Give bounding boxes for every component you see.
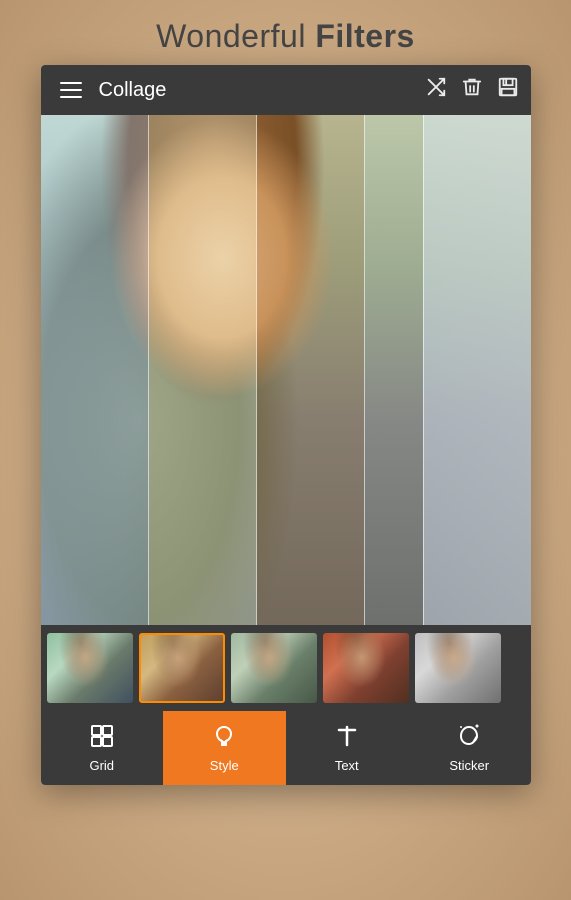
thumbnail-4[interactable] xyxy=(323,633,409,703)
shuffle-svg xyxy=(425,76,447,98)
save-svg xyxy=(497,76,519,98)
grid-label: Grid xyxy=(89,758,114,773)
title-bold: Filters xyxy=(315,18,415,54)
sticker-svg xyxy=(456,723,482,749)
style-label: Style xyxy=(210,758,239,773)
filter-overlay xyxy=(41,115,531,625)
style-icon xyxy=(211,723,237,754)
sticker-icon xyxy=(456,723,482,754)
thumbnail-5[interactable] xyxy=(415,633,501,703)
menu-line-1 xyxy=(60,82,82,84)
grid-svg xyxy=(89,723,115,749)
style-svg xyxy=(211,723,237,749)
grid-icon xyxy=(89,723,115,754)
title-normal: Wonderful xyxy=(156,18,315,54)
toolbar: Collage xyxy=(41,65,531,115)
toolbar-title: Collage xyxy=(99,79,425,102)
nav-item-sticker[interactable]: Sticker xyxy=(408,711,531,785)
nav-item-text[interactable]: Text xyxy=(286,711,409,785)
delete-icon[interactable] xyxy=(461,76,483,104)
menu-button[interactable] xyxy=(53,72,89,108)
text-svg xyxy=(334,723,360,749)
thumbnail-3[interactable] xyxy=(231,633,317,703)
thumbnail-2[interactable] xyxy=(139,633,225,703)
delete-svg xyxy=(461,76,483,98)
nav-item-style[interactable]: Style xyxy=(163,711,286,785)
app-container: Collage xyxy=(41,65,531,785)
bottom-nav: Grid Style Text xyxy=(41,711,531,785)
page-title: Wonderful Filters xyxy=(0,0,571,65)
text-icon xyxy=(334,723,360,754)
nav-item-grid[interactable]: Grid xyxy=(41,711,164,785)
toolbar-actions xyxy=(425,76,519,104)
shuffle-icon[interactable] xyxy=(425,76,447,104)
text-label: Text xyxy=(335,758,359,773)
menu-line-2 xyxy=(60,89,82,91)
thumbnail-1[interactable] xyxy=(47,633,133,703)
thumbnail-strip xyxy=(41,625,531,711)
main-image-area xyxy=(41,115,531,625)
sticker-label: Sticker xyxy=(449,758,489,773)
save-icon[interactable] xyxy=(497,76,519,104)
menu-line-3 xyxy=(60,96,82,98)
